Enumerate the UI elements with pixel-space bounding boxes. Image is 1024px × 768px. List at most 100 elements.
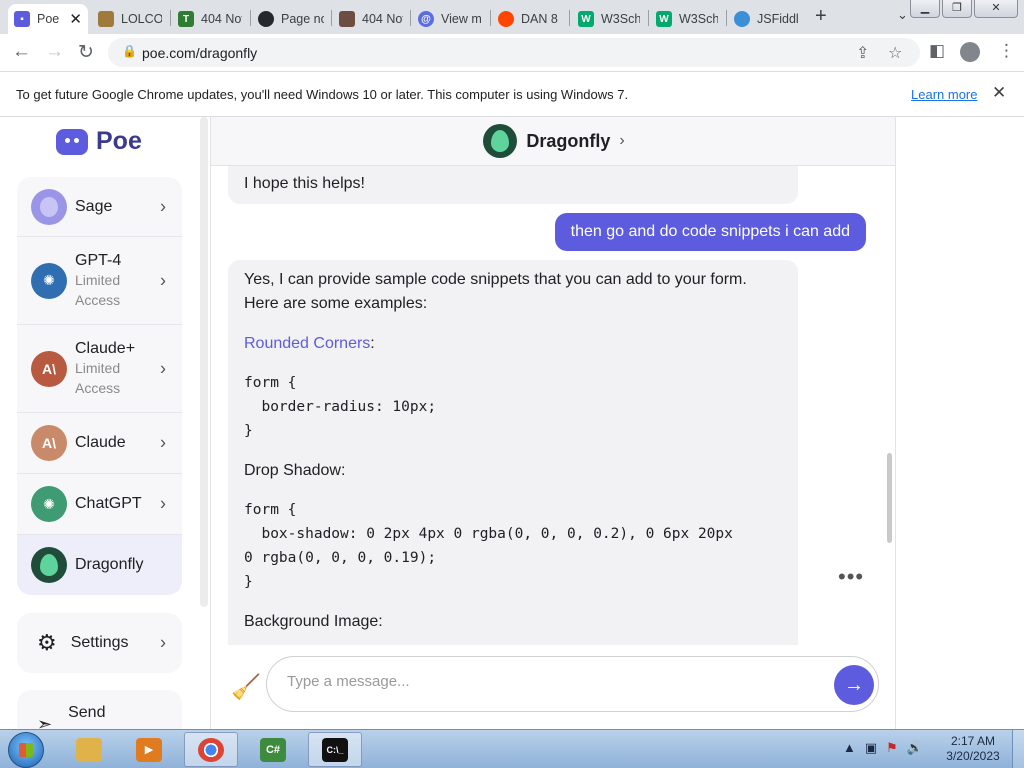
restore-button[interactable]: ❐ — [942, 0, 972, 18]
poe-logo-icon — [56, 128, 88, 155]
lock-icon[interactable]: 🔒 — [122, 44, 137, 58]
sidebar-item-claude[interactable]: A\ Claude › — [17, 413, 182, 474]
sidebar-item-chatgpt[interactable]: ✺ ChatGPT › — [17, 474, 182, 535]
poe-icon: ▪ — [14, 11, 30, 27]
tab-poe[interactable]: ▪ Poe ✕ — [8, 4, 88, 34]
section-heading: Rounded Corners: — [244, 332, 375, 356]
tab-title: 404 Not Found — [201, 12, 242, 26]
section-heading: Drop Shadow: — [244, 462, 346, 479]
openai-icon: ✺ — [31, 486, 67, 522]
bot-list: Sage › ✺ GPT-4 Limited Access › A\ Claud… — [17, 177, 182, 595]
chevron-right-icon: › — [619, 132, 625, 149]
anthropic-icon: A\ — [31, 425, 67, 461]
show-hidden-icons-icon[interactable]: ▲ — [843, 740, 856, 756]
tab-divider — [569, 10, 570, 26]
tab-jsfiddle[interactable]: JSFiddle — [728, 4, 804, 34]
minimize-button[interactable]: ▁ — [910, 0, 940, 18]
show-desktop-button[interactable] — [1012, 730, 1024, 768]
forward-icon[interactable]: → — [45, 41, 64, 63]
tab-view[interactable]: @ View m — [412, 4, 488, 34]
jsfiddle-icon — [734, 11, 750, 27]
side-panel-icon[interactable]: ◧ — [929, 41, 945, 61]
rounded-corners-link[interactable]: Rounded Corners — [244, 335, 370, 352]
sidebar-scrollbar[interactable] — [200, 117, 208, 607]
send-button[interactable]: → — [834, 665, 874, 705]
system-clock[interactable]: 2:17 AM 3/20/2023 — [940, 734, 1006, 764]
tab-404-b[interactable]: 404 Not Found — [333, 4, 409, 34]
send-icon: ➣ — [37, 714, 53, 729]
volume-icon[interactable]: 🔊 — [907, 740, 923, 756]
send-feedback-button[interactable]: ➣ Send — [17, 690, 182, 729]
close-window-button[interactable]: ✕ — [974, 0, 1018, 18]
share-icon[interactable]: ⇪ — [856, 43, 869, 63]
chat-bot-name: Dragonfly — [526, 130, 611, 151]
tab-404-a[interactable]: T 404 Not Found — [172, 4, 248, 34]
sidebar-item-gpt4[interactable]: ✺ GPT-4 Limited Access › — [17, 237, 182, 325]
sidebar-item-dragonfly[interactable]: Dragonfly — [17, 535, 182, 595]
tab-title: View m — [441, 12, 482, 26]
close-icon[interactable]: ✕ — [992, 83, 1006, 103]
sidebar-item-claude-plus[interactable]: A\ Claude+ Limited Access › — [17, 325, 182, 413]
tab-w3schools-b[interactable]: W W3Schools — [650, 4, 724, 34]
update-infobar: To get future Google Chrome updates, you… — [0, 71, 1024, 117]
nginx-icon — [339, 11, 355, 27]
section-heading: Background Image: — [244, 613, 383, 630]
message-text: Here are some examples: — [244, 295, 428, 312]
clock-date: 3/20/2023 — [946, 749, 1000, 763]
taskbar-chrome[interactable] — [184, 732, 238, 767]
poe-logo[interactable]: Poe — [56, 127, 142, 156]
tab-github[interactable]: Page not found — [252, 4, 330, 34]
chat-header[interactable]: Dragonfly › — [211, 117, 895, 166]
clear-context-icon[interactable]: 🧹 — [231, 673, 261, 702]
anthropic-icon: A\ — [31, 350, 67, 387]
tab-divider — [331, 10, 332, 26]
code-block: form { border-radius: 10px; } — [244, 375, 437, 439]
taskbar-csharp[interactable]: C# — [246, 732, 300, 767]
back-icon[interactable]: ← — [12, 41, 31, 63]
clock-time: 2:17 AM — [950, 734, 996, 748]
start-button[interactable] — [8, 732, 44, 768]
learn-more-link[interactable]: Learn more — [911, 87, 977, 102]
bookmark-star-icon[interactable]: ☆ — [888, 43, 902, 63]
address-bar[interactable]: 🔒 poe.com/dragonfly ⇪ ☆ — [108, 38, 920, 67]
tab-lolcode[interactable]: LOLCODE — [92, 4, 168, 34]
media-player-icon: ▶ — [136, 737, 162, 762]
tab-divider — [250, 10, 251, 26]
sidebar: Poe Sage › ✺ GPT-4 Limited Access › A\ C… — [0, 117, 210, 729]
settings-button[interactable]: ⚙ Settings › — [17, 613, 182, 673]
new-tab-button[interactable]: + — [815, 5, 827, 28]
chevron-right-icon: › — [160, 632, 166, 653]
window-controls: ▁ ❐ ✕ — [910, 0, 1018, 18]
bot-access-note: Limited Access — [75, 271, 121, 308]
tab-w3schools-a[interactable]: W W3Schools — [572, 4, 646, 34]
tab-divider — [726, 10, 727, 26]
reload-icon[interactable]: ↻ — [78, 41, 94, 64]
t-icon: T — [178, 11, 194, 27]
more-options-icon[interactable]: ••• — [838, 564, 864, 590]
close-tab-icon[interactable]: ✕ — [69, 10, 82, 28]
network-icon[interactable]: ▣ — [865, 740, 877, 756]
lolcode-icon — [98, 11, 114, 27]
sidebar-item-sage[interactable]: Sage › — [17, 177, 182, 237]
poe-logo-text: Poe — [96, 127, 142, 155]
menu-kebab-icon[interactable]: ⋮ — [998, 41, 1015, 61]
action-center-icon[interactable]: ⚑ — [886, 740, 898, 756]
taskbar-media-player[interactable]: ▶ — [122, 732, 176, 767]
message-input-box[interactable]: → — [266, 656, 879, 712]
reddit-icon — [498, 11, 514, 27]
chat-scrollbar[interactable] — [887, 453, 892, 543]
user-message: then go and do code snippets i can add — [554, 213, 866, 251]
tab-title: 404 Not Found — [362, 12, 403, 26]
terminal-icon: C:\_ — [322, 737, 348, 762]
tab-title: DAN 8 — [521, 12, 558, 26]
system-tray: ▲ ▣ ⚑ 🔊 — [843, 740, 923, 756]
tab-search-button[interactable]: ⌄ — [897, 7, 908, 23]
message-input[interactable] — [287, 673, 807, 690]
tab-reddit[interactable]: DAN 8 — [492, 4, 568, 34]
taskbar-cmd[interactable]: C:\_ — [308, 732, 362, 767]
tab-title: Poe — [37, 12, 60, 26]
tab-title: JSFiddle — [757, 12, 798, 26]
url-text[interactable]: poe.com/dragonfly — [142, 45, 257, 61]
taskbar-explorer[interactable] — [62, 732, 116, 767]
profile-avatar[interactable] — [960, 42, 980, 62]
